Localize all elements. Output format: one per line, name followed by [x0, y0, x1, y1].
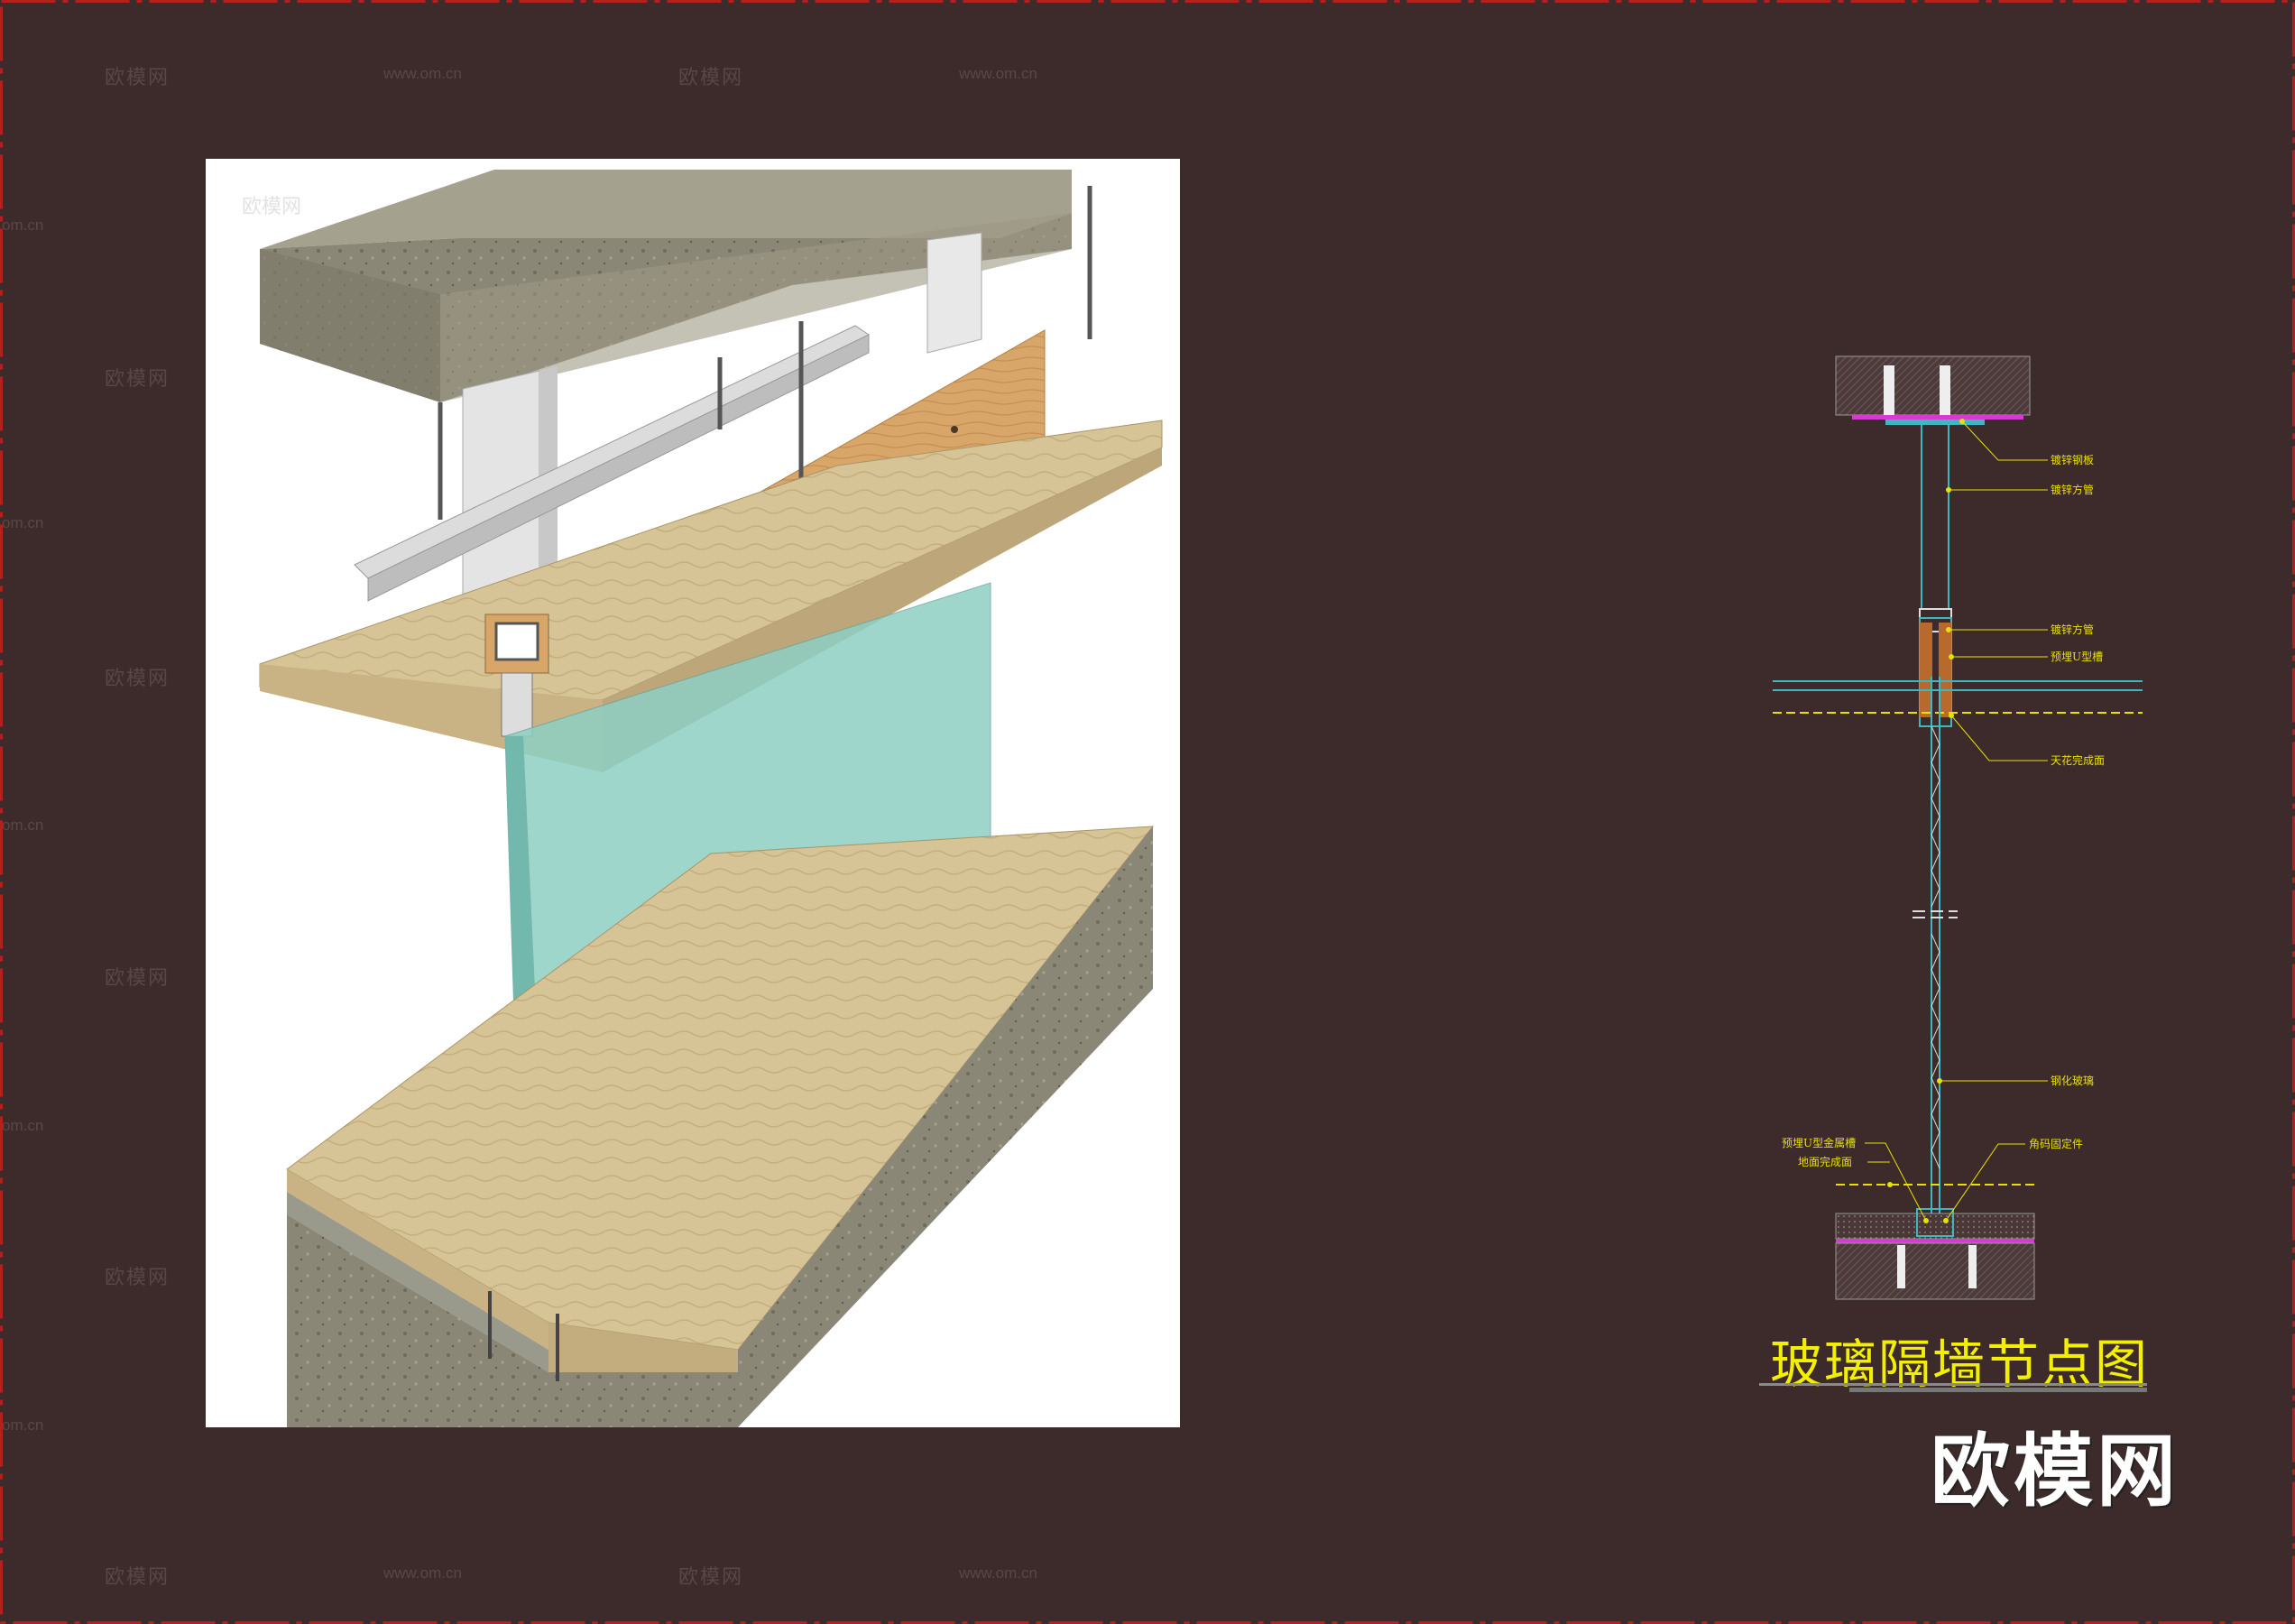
watermark-cn: 欧模网	[105, 67, 171, 89]
label-tempered-glass: 钢化玻璃	[2051, 1075, 2094, 1087]
drawing-sheet: 欧模网 www.om.cn 欧模网 www.om.cn om.cn 欧模网 om…	[0, 0, 2295, 1624]
watermark-cn: 欧模网	[678, 1566, 744, 1589]
watermark-url: om.cn	[2, 514, 44, 531]
watermark-url: om.cn	[2, 1117, 44, 1134]
watermark-cn: 欧模网	[105, 967, 171, 990]
isometric-illustration: 欧模网	[206, 159, 1180, 1427]
label-floor-finish: 地面完成面	[1798, 1155, 1852, 1168]
watermark-url: www.om.cn	[959, 65, 1037, 82]
title-underline-thick	[1849, 1388, 2147, 1392]
title-underline	[1759, 1383, 2147, 1386]
label-ceiling-finish: 天花完成面	[2051, 753, 2105, 767]
label-galv-square-tube-2: 镀锌方管	[2051, 623, 2094, 636]
watermark-cn: 欧模网	[678, 67, 744, 89]
section-detail-drawing: 镀锌钢板 镀锌方管 镀锌方管 预埋U型槽 天花完成面 钢化玻璃 预埋U型金属槽 …	[1773, 355, 2143, 1300]
floor-block	[286, 826, 1155, 1427]
label-embedded-u-metal-channel: 预埋U型金属槽	[1782, 1136, 1856, 1149]
watermark-cn: 欧模网	[105, 1566, 171, 1589]
label-galv-steel-plate: 镀锌钢板	[2051, 454, 2094, 466]
annotation-dots	[1887, 419, 1965, 1223]
watermark-url: om.cn	[2, 817, 44, 834]
isometric-drawing: 欧模网	[242, 170, 1163, 1427]
section-square-tube	[1921, 425, 1949, 609]
label-galv-square-tube-1: 镀锌方管	[2051, 483, 2094, 496]
section-glass	[1912, 677, 1958, 1213]
drawing-title: 玻璃隔墙节点图	[1770, 1333, 2150, 1395]
annotation-leaders	[1865, 420, 2048, 1222]
watermark-url: www.om.cn	[383, 65, 462, 82]
watermark-url: www.om.cn	[959, 1564, 1037, 1582]
watermark-cn: 欧模网	[105, 1267, 171, 1289]
watermark-url: om.cn	[2, 217, 44, 234]
watermark-url: om.cn	[2, 1416, 44, 1434]
panel-watermark: 欧模网	[242, 196, 301, 218]
section-ceiling-slab	[1835, 355, 2031, 425]
brand-logo: 欧模网	[1931, 1425, 2180, 1518]
label-angle-fixing: 角码固定件	[2029, 1137, 2083, 1150]
label-embedded-u-channel-top: 预埋U型槽	[2051, 651, 2103, 663]
watermark-cn: 欧模网	[105, 368, 171, 391]
watermark-url: www.om.cn	[383, 1564, 462, 1582]
section-floor	[1835, 1184, 2035, 1300]
watermark-cn: 欧模网	[105, 668, 171, 690]
